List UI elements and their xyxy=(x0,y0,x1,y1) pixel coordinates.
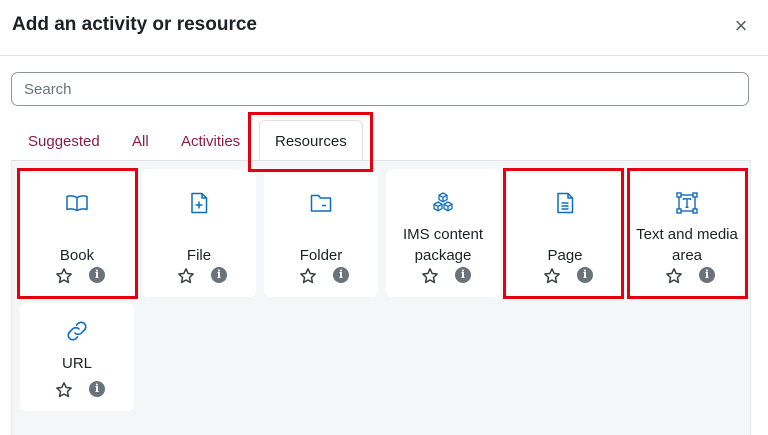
info-icon[interactable]: i xyxy=(211,267,227,283)
module-name: Page xyxy=(547,247,583,264)
star-icon[interactable] xyxy=(55,381,73,399)
add-activity-modal: Add an activity or resource × Suggested … xyxy=(0,0,768,435)
tab-activities[interactable]: Activities xyxy=(181,120,240,160)
module-page[interactable]: Page i xyxy=(508,169,622,297)
cubes-icon xyxy=(431,191,455,215)
file-add-icon xyxy=(187,191,211,215)
info-icon[interactable]: i xyxy=(699,267,715,283)
book-icon xyxy=(65,191,89,215)
star-icon[interactable] xyxy=(421,267,439,285)
module-text-and-media-area[interactable]: Text and media area i xyxy=(630,169,744,297)
module-name-line: Text and media xyxy=(636,226,738,243)
module-name: URL xyxy=(61,355,92,372)
module-name: Book xyxy=(59,247,95,264)
module-name: File xyxy=(186,247,212,264)
module-folder[interactable]: Folder i xyxy=(264,169,378,297)
text-box-icon xyxy=(675,191,699,215)
info-icon[interactable]: i xyxy=(89,267,105,283)
module-book[interactable]: Book i xyxy=(20,169,134,297)
star-icon[interactable] xyxy=(543,267,561,285)
info-icon[interactable]: i xyxy=(577,267,593,283)
module-name: Text and media area xyxy=(630,224,744,266)
module-url[interactable]: URL i xyxy=(20,303,134,411)
module-ims-content-package[interactable]: IMS content package i xyxy=(386,169,500,297)
module-file[interactable]: File i xyxy=(142,169,256,297)
tab-resources[interactable]: Resources xyxy=(259,120,363,160)
module-name: Folder xyxy=(299,247,343,264)
star-icon[interactable] xyxy=(665,267,683,285)
star-icon[interactable] xyxy=(177,267,195,285)
chooser-tabs: Suggested All Activities Resources xyxy=(0,120,768,160)
module-name-line: package xyxy=(414,247,472,264)
modal-header: Add an activity or resource × xyxy=(0,0,768,56)
search-input[interactable] xyxy=(11,72,749,106)
module-name-line: IMS content xyxy=(402,226,484,243)
tab-suggested[interactable]: Suggested xyxy=(28,120,100,160)
folder-icon xyxy=(309,191,333,215)
modal-title: Add an activity or resource xyxy=(12,14,257,35)
info-icon[interactable]: i xyxy=(333,267,349,283)
page-icon xyxy=(553,191,577,215)
link-icon xyxy=(65,319,89,343)
star-icon[interactable] xyxy=(299,267,317,285)
info-icon[interactable]: i xyxy=(455,267,471,283)
module-name-line: area xyxy=(671,247,703,264)
module-name: IMS content package xyxy=(386,224,500,266)
star-icon[interactable] xyxy=(55,267,73,285)
info-icon[interactable]: i xyxy=(89,381,105,397)
resources-panel: Book i File i Folder i IMS content packa… xyxy=(11,160,751,435)
tab-all[interactable]: All xyxy=(132,120,149,160)
close-icon[interactable]: × xyxy=(727,12,755,40)
